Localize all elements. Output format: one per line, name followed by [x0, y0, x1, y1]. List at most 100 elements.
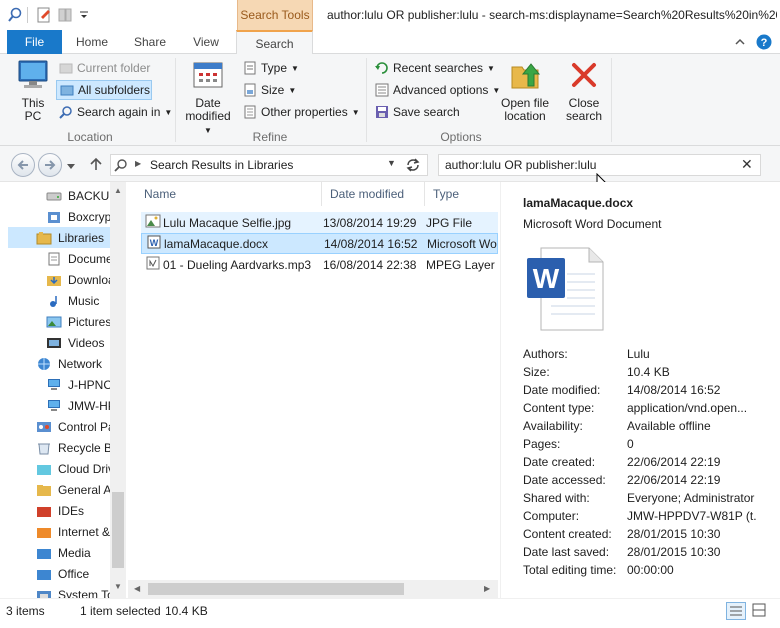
videos-icon: [46, 336, 62, 350]
control-panel-icon: [36, 420, 52, 434]
status-bar: 3 items 1 item selected 10.4 KB: [0, 598, 780, 628]
size-button[interactable]: Size ▼: [243, 80, 296, 100]
file-type: MPEG Layer 3 Audio: [426, 257, 496, 272]
nav-item[interactable]: J-HPNC: [0, 374, 110, 395]
property-label: Pages:: [523, 437, 561, 451]
nav-item[interactable]: Cloud Drive: [0, 458, 110, 479]
recent-locations-icon[interactable]: [66, 160, 76, 170]
tab-share[interactable]: Share: [122, 30, 178, 54]
nav-item[interactable]: Downloads: [0, 269, 110, 290]
selection-count: 1 item selected: [80, 604, 161, 618]
nav-item[interactable]: IDEs: [0, 500, 110, 521]
nav-item[interactable]: Control Panel: [0, 416, 110, 437]
qat-divider: [27, 7, 28, 23]
forward-button[interactable]: [38, 153, 62, 177]
recent-searches-button[interactable]: Recent searches ▼: [375, 58, 495, 78]
folder-blue-icon: [36, 546, 52, 560]
nav-item-label: Office: [58, 566, 90, 581]
property-label: Computer:: [523, 509, 580, 523]
all-subfolders-button[interactable]: All subfolders: [56, 80, 152, 100]
tab-home[interactable]: Home: [66, 30, 118, 54]
nav-item[interactable]: Network: [0, 353, 110, 374]
file-row[interactable]: WlamaMacaque.docx 14/08/2014 16:52 Microso…: [141, 233, 498, 254]
back-arrow-icon: [17, 160, 28, 170]
address-field[interactable]: ▶ Search Results in Libraries ▼: [110, 154, 428, 176]
nav-item[interactable]: Documents: [0, 248, 110, 269]
up-button[interactable]: [88, 156, 104, 172]
drive-icon: [46, 189, 62, 203]
size-icon: [243, 83, 257, 97]
nav-item[interactable]: Office: [0, 563, 110, 584]
type-button[interactable]: Type ▼: [243, 58, 299, 78]
window-title: author:lulu OR publisher:lulu - search-m…: [327, 8, 777, 22]
tab-search[interactable]: Search: [236, 30, 313, 55]
file-row[interactable]: 01 - Dueling Aardvarks.mp3 16/08/2014 22:…: [141, 254, 498, 275]
nav-item[interactable]: Videos: [0, 332, 110, 353]
search-again-icon: [59, 105, 73, 119]
file-date: 13/08/2014 19:29: [323, 215, 417, 230]
help-icon[interactable]: ?: [755, 33, 773, 51]
horizontal-scrollbar[interactable]: ◀ ▶: [128, 580, 498, 598]
nav-item[interactable]: JMW-HPPDV7: [0, 395, 110, 416]
scrollbar-thumb[interactable]: [112, 492, 124, 568]
breadcrumb-chevron-icon[interactable]: ▶: [135, 159, 141, 168]
scroll-up-icon[interactable]: ▲: [114, 186, 122, 195]
current-folder-button[interactable]: Current folder: [59, 58, 150, 78]
location-group-label: Location: [67, 130, 113, 144]
file-date: 16/08/2014 22:38: [323, 257, 417, 272]
this-pc-button[interactable]: This PC: [13, 58, 53, 124]
nav-item[interactable]: Internet &: [0, 521, 110, 542]
column-header-name[interactable]: Name: [136, 182, 322, 206]
scroll-left-icon[interactable]: ◀: [134, 584, 140, 593]
search-again-button[interactable]: Search again in ▼: [59, 102, 172, 122]
chevron-down-icon: ▼: [291, 63, 299, 73]
folder-blue-icon: [36, 567, 52, 581]
qat-dropdown-icon[interactable]: [77, 5, 91, 25]
clear-search-icon[interactable]: ✕: [741, 156, 753, 173]
save-search-button[interactable]: Save search: [375, 102, 460, 122]
navigation-scrollbar[interactable]: ▲ ▼: [110, 182, 126, 598]
open-file-location-button[interactable]: Open file location: [499, 58, 551, 124]
nav-item[interactable]: BACKUP: [0, 185, 110, 206]
file-type: Microsoft Word Document: [427, 236, 497, 251]
column-header-type[interactable]: Type: [425, 182, 498, 206]
refresh-icon[interactable]: [405, 157, 421, 176]
nav-item[interactable]: General A: [0, 479, 110, 500]
nav-item-label: General A: [58, 482, 110, 497]
file-row[interactable]: Lulu Macaque Selfie.jpg 13/08/2014 19:29 J…: [141, 212, 498, 233]
property-value: 22/06/2014 22:19: [627, 473, 721, 487]
large-icons-view-icon: [752, 603, 766, 617]
back-button[interactable]: [11, 153, 35, 177]
details-view-button[interactable]: [726, 602, 746, 620]
new-folder-icon[interactable]: [56, 5, 74, 25]
nav-item[interactable]: Music: [0, 290, 110, 311]
tab-file[interactable]: File: [7, 30, 62, 54]
properties-icon[interactable]: [35, 5, 53, 25]
horizontal-scrollbar-thumb[interactable]: [148, 583, 404, 595]
nav-item[interactable]: Libraries: [8, 227, 110, 248]
ribbon-separator: [175, 58, 176, 142]
tab-view[interactable]: View: [181, 30, 231, 54]
folder-icon: [59, 61, 73, 75]
advanced-options-button[interactable]: Advanced options ▼: [375, 80, 500, 100]
scroll-right-icon[interactable]: ▶: [484, 584, 490, 593]
nav-item[interactable]: Recycle Bin: [0, 437, 110, 458]
minimize-ribbon-icon[interactable]: [733, 35, 747, 49]
other-properties-button[interactable]: Other properties ▼: [243, 102, 360, 122]
nav-item[interactable]: Media: [0, 542, 110, 563]
file-name: Lulu Macaque Selfie.jpg: [163, 215, 292, 230]
column-header-date-modified[interactable]: Date modified: [322, 182, 425, 206]
file-list: Name Date modified Type Lulu Macaque Sel…: [128, 182, 498, 598]
nav-item[interactable]: Boxcryptor: [0, 206, 110, 227]
close-search-button[interactable]: Close search: [562, 58, 606, 124]
property-value: application/vnd.open...: [627, 401, 748, 415]
search-icon[interactable]: [6, 5, 24, 25]
scroll-down-icon[interactable]: ▼: [114, 582, 122, 591]
nav-item[interactable]: Pictures: [0, 311, 110, 332]
address-dropdown-icon[interactable]: ▼: [387, 158, 396, 168]
nav-item[interactable]: System Tools: [0, 584, 110, 598]
address-bar-row: ▶ Search Results in Libraries ▼ author:l…: [0, 146, 780, 192]
large-icons-view-button[interactable]: [750, 602, 770, 620]
property-value: 0: [627, 437, 634, 451]
date-modified-button[interactable]: Date modified ▼: [180, 58, 236, 135]
